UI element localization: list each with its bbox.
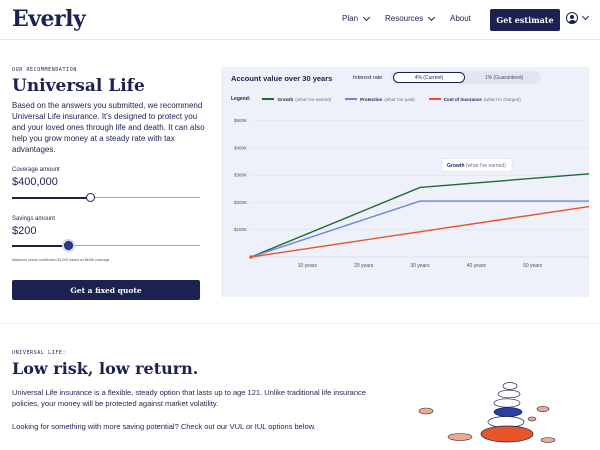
x-tick-label: 10 years: [298, 263, 318, 269]
stacked-stones-illustration: [418, 382, 556, 443]
get-fixed-quote-button[interactable]: Get a fixed quote: [12, 280, 200, 300]
universal-paragraph-1: Universal Life insurance is a flexible, …: [12, 388, 366, 408]
section-divider: [0, 323, 600, 324]
chevron-down-icon: [581, 12, 590, 21]
recommendation-title: Universal Life: [12, 76, 145, 96]
series-line-protection: [250, 200, 589, 258]
series-line-cost-of-insurance: [250, 205, 589, 258]
top-nav: Everly Plan Resources About Get estimate: [0, 0, 600, 40]
coverage-value: $400,000: [12, 176, 58, 188]
x-tick-label: 30 years: [410, 263, 430, 269]
user-menu[interactable]: [566, 12, 590, 24]
account-value-chart: $100K $200K $300K $400K $500K 10 years 20 year…: [234, 118, 589, 269]
savings-label: Savings amount: [12, 216, 56, 222]
nav-resources[interactable]: Resources: [385, 13, 436, 23]
series-line-growth: [250, 173, 589, 258]
y-tick-label: $100K: [234, 227, 247, 232]
logo[interactable]: Everly: [12, 6, 86, 32]
nav-resources-label: Resources: [385, 14, 424, 23]
nav-plan-label: Plan: [342, 14, 359, 23]
universal-eyebrow: UNIVERSAL LIFE:: [12, 350, 67, 356]
get-estimate-button[interactable]: Get estimate: [490, 9, 560, 31]
tooltip-text: Growth (what I've earned): [447, 163, 506, 169]
chevron-down-icon: [428, 13, 436, 21]
x-tick-label: 20 years: [354, 263, 374, 269]
x-tick-label: 50 years: [523, 263, 543, 269]
nav-plan[interactable]: Plan: [342, 13, 371, 23]
coverage-label: Coverage amount: [12, 167, 60, 173]
universal-paragraph-2: Looking for something with more saving p…: [12, 422, 316, 431]
slider-thumb[interactable]: [63, 241, 73, 250]
chevron-down-icon: [362, 13, 371, 21]
x-tick-label: 40 years: [467, 263, 487, 269]
savings-value: $200: [12, 225, 37, 237]
user-circle-icon: [566, 12, 578, 24]
y-tick-label: $400K: [234, 145, 247, 150]
nav-about-label: About: [450, 14, 471, 23]
origin-point: [249, 255, 253, 259]
y-tick-label: $300K: [234, 173, 247, 178]
slider-fill: [12, 244, 69, 247]
recommendation-eyebrow: OUR RECOMMENDATION: [12, 67, 77, 73]
coverage-slider[interactable]: [12, 193, 200, 202]
universal-title: Low risk, low return.: [12, 359, 199, 378]
y-tick-label: $500K: [234, 118, 247, 123]
slider-thumb[interactable]: [86, 193, 96, 202]
slider-fill: [12, 196, 91, 199]
recommendation-description: Based on the answers you submitted, we r…: [12, 101, 205, 154]
y-tick-label: $200K: [234, 200, 247, 205]
contribution-note: Maximum yearly contribution $1,000 based…: [12, 258, 110, 262]
savings-slider[interactable]: [12, 241, 200, 250]
nav-about[interactable]: About: [450, 14, 471, 23]
chart-panel: Account value over 30 years Interest rat…: [221, 67, 589, 297]
